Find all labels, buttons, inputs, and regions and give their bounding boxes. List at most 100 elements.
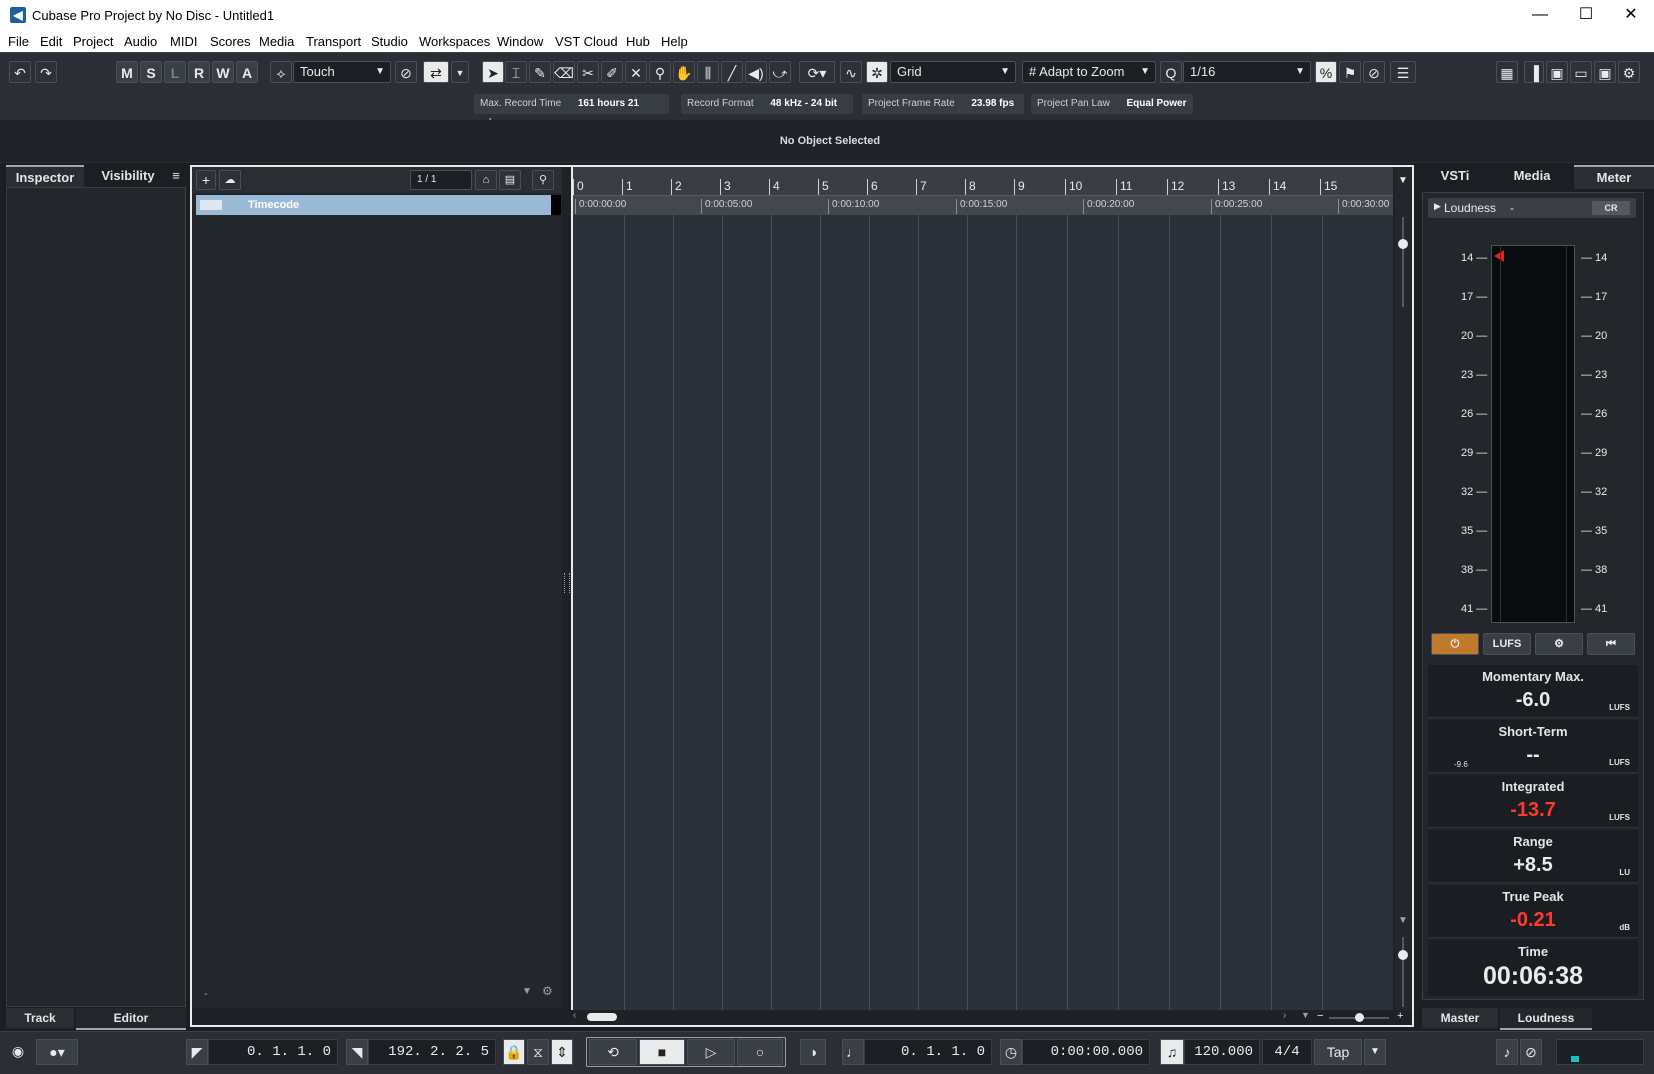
constrain-delay-icon[interactable]: ⊘	[395, 61, 417, 83]
tab-meter[interactable]: Meter	[1574, 165, 1654, 189]
project-pan-law[interactable]: Project Pan Law Equal Power	[1031, 94, 1193, 114]
zoom-tool-icon[interactable]: ⚲	[649, 61, 671, 83]
left-zone-toggle-icon[interactable]: ▐	[1524, 61, 1544, 83]
solo-state-button[interactable]: S	[140, 61, 162, 83]
menu-hub[interactable]: Hub	[626, 34, 650, 49]
snap-type-select[interactable]: Grid ▼	[890, 61, 1016, 83]
automation-mode-select[interactable]: Touch ▼	[293, 61, 391, 83]
reset-icon[interactable]: ⏮	[1587, 633, 1635, 655]
menu-transport[interactable]: Transport	[306, 34, 361, 49]
draw-tool-icon[interactable]: ✐	[601, 61, 623, 83]
metronome-icon[interactable]: ♪	[1496, 1039, 1518, 1065]
horizontal-scrollbar[interactable]: ‹ › ▼ − +	[571, 1010, 1412, 1025]
tab-vsti[interactable]: VSTi	[1420, 165, 1490, 187]
write-state-button[interactable]: W	[212, 61, 234, 83]
cycle-icon[interactable]: ⟲	[589, 1039, 637, 1065]
line-tool-icon[interactable]: ╱	[721, 61, 743, 83]
zoom-handle[interactable]	[1398, 239, 1408, 249]
listen-state-button[interactable]: L	[164, 61, 186, 83]
read-state-button[interactable]: R	[188, 61, 210, 83]
redo-icon[interactable]: ↷	[35, 61, 57, 83]
loudness-header[interactable]: ▶ Loudness - CR	[1428, 198, 1636, 218]
autopunch-icon[interactable]: ◑	[800, 1039, 826, 1065]
object-selection-tool-icon[interactable]: ➤	[482, 61, 504, 83]
quantize-flag-icon[interactable]: ⚑	[1339, 61, 1361, 83]
mute-tool-icon[interactable]: ✕	[625, 61, 647, 83]
quantize-icon[interactable]: Q	[1160, 61, 1182, 83]
play-tool-icon[interactable]: ◀)	[745, 61, 767, 83]
play-icon[interactable]: ▷	[687, 1039, 735, 1065]
vertical-zoom-slider-bottom[interactable]	[1402, 937, 1404, 1007]
snap-mode-icon[interactable]: ⟳▾	[799, 61, 835, 83]
lufs-button[interactable]: LUFS	[1483, 633, 1531, 655]
punch-icon[interactable]: ⧖	[527, 1039, 549, 1065]
menu-studio[interactable]: Studio	[371, 34, 408, 49]
menu-icon[interactable]: ≡	[166, 165, 186, 187]
track-list-divider[interactable]	[562, 193, 571, 1008]
event-display[interactable]	[571, 167, 1393, 1010]
project-frame-rate[interactable]: Project Frame Rate 23.98 fps	[862, 94, 1024, 114]
menu-workspaces[interactable]: Workspaces	[419, 34, 490, 49]
tab-master[interactable]: Master	[1422, 1008, 1498, 1028]
add-track-cloud-icon[interactable]: ☁	[219, 170, 241, 190]
menu-midi[interactable]: MIDI	[170, 34, 197, 49]
tempo-track-icon[interactable]: ♫	[1160, 1039, 1184, 1065]
record-format[interactable]: Record Format 48 kHz - 24 bit	[681, 94, 853, 114]
stop-icon[interactable]: ■	[639, 1039, 685, 1065]
media-bay-icon[interactable]: ▦	[1496, 61, 1518, 83]
home-icon[interactable]: ⌂	[475, 170, 497, 190]
tap-tempo-button[interactable]: Tap	[1314, 1039, 1362, 1065]
activate-state-button[interactable]: A	[236, 61, 258, 83]
cr-button[interactable]: CR	[1592, 201, 1630, 215]
chevron-right-icon[interactable]: ›	[1283, 1010, 1286, 1021]
list-icon[interactable]: ▤	[499, 170, 521, 190]
erase-tool-icon[interactable]: ⌫	[553, 61, 575, 83]
iterative-quantize-icon[interactable]: %	[1315, 61, 1337, 83]
menu-media[interactable]: Media	[259, 34, 294, 49]
autoscroll-icon[interactable]: ⇄	[423, 61, 449, 83]
zoom-out-icon[interactable]: −	[1317, 1010, 1323, 1022]
lock-icon[interactable]: 🔒	[503, 1039, 525, 1065]
left-locator-field[interactable]: 0. 1. 1. 0	[208, 1039, 338, 1065]
tab-visibility[interactable]: Visibility	[88, 165, 168, 187]
timecode-ruler[interactable]: 0:00:00:00 0:00:05:00 0:00:10:00 0:00:15…	[571, 195, 1393, 216]
scroll-thumb[interactable]	[587, 1013, 617, 1021]
gear-icon[interactable]: ⚙	[1618, 61, 1640, 83]
time-warp-tool-icon[interactable]: ⫼	[697, 61, 719, 83]
minimize-icon[interactable]: —	[1517, 0, 1563, 30]
right-zone-toggle-icon[interactable]: ▣	[1594, 61, 1616, 83]
zoom-in-icon[interactable]: +	[1397, 1010, 1403, 1022]
chevron-down-icon[interactable]: ▼	[1301, 1010, 1310, 1020]
align-icon[interactable]: ☰	[1390, 61, 1416, 83]
power-button[interactable]: ⏻	[1431, 633, 1479, 655]
mute-state-button[interactable]: M	[116, 61, 138, 83]
menu-audio[interactable]: Audio	[124, 34, 157, 49]
maximize-icon[interactable]: ☐	[1563, 0, 1609, 30]
right-locator-field[interactable]: 192. 2. 2. 5	[368, 1039, 496, 1065]
menu-help[interactable]: Help	[661, 34, 688, 49]
primary-time-display[interactable]: 0. 1. 1. 0	[864, 1039, 992, 1065]
snap-zero-crossing-icon[interactable]: ∿	[840, 61, 862, 83]
snap-on-icon[interactable]: ✲	[866, 61, 888, 83]
menu-file[interactable]: File	[8, 34, 29, 49]
tab-inspector[interactable]: Inspector	[6, 165, 84, 189]
tempo-field[interactable]: 120.000	[1184, 1039, 1260, 1065]
gear-icon[interactable]: ⚙	[542, 984, 553, 998]
quantize-preset-select[interactable]: 1/16 ▼	[1183, 61, 1311, 83]
close-icon[interactable]: ✕	[1608, 0, 1654, 30]
record-icon[interactable]: ○	[737, 1039, 783, 1065]
zoom-handle[interactable]	[1355, 1013, 1364, 1022]
comp-tool-icon[interactable]: ⤻	[769, 61, 791, 83]
menu-vst-cloud[interactable]: VST Cloud	[555, 34, 618, 49]
quantize-reset-icon[interactable]: ⊘	[1363, 61, 1385, 83]
lower-zone-toggle-icon[interactable]: ▭	[1570, 61, 1592, 83]
chevron-down-icon[interactable]: ▼	[522, 986, 532, 997]
undo-icon[interactable]: ↶	[9, 61, 31, 83]
search-icon[interactable]: ⚲	[532, 170, 554, 190]
zoom-handle[interactable]	[1398, 950, 1408, 960]
chevron-down-icon[interactable]: ▼	[1398, 915, 1408, 926]
hand-tool-icon[interactable]: ✋	[673, 61, 695, 83]
gear-icon[interactable]: ⚙	[1535, 633, 1583, 655]
divider-handle[interactable]	[564, 573, 570, 593]
tab-editor[interactable]: Editor	[76, 1008, 186, 1030]
